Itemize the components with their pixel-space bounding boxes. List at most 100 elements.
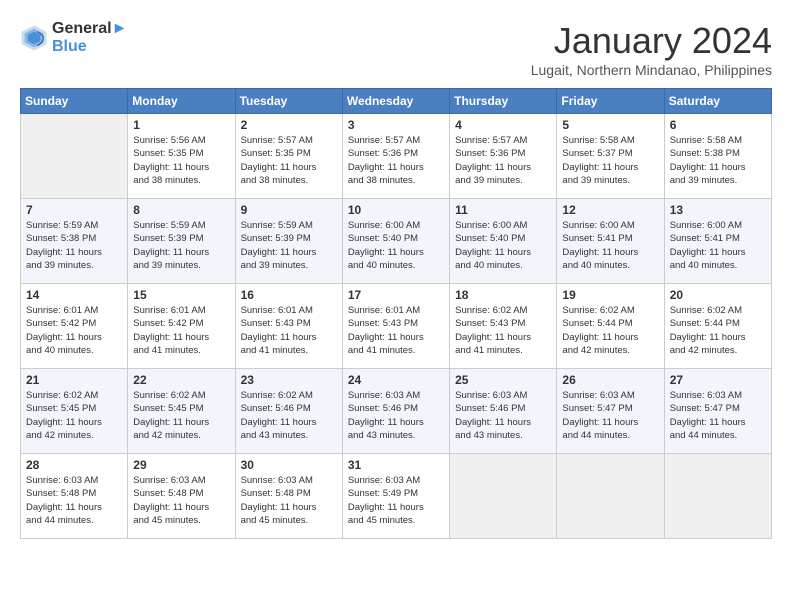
page-header: General► Blue January 2024 Lugait, North…	[20, 20, 772, 78]
month-title: January 2024	[531, 20, 772, 62]
day-number: 12	[562, 203, 658, 217]
day-info: Sunrise: 5:56 AMSunset: 5:35 PMDaylight:…	[133, 134, 229, 187]
day-info: Sunrise: 6:02 AMSunset: 5:43 PMDaylight:…	[455, 304, 551, 357]
day-info: Sunrise: 5:57 AMSunset: 5:35 PMDaylight:…	[241, 134, 337, 187]
calendar-cell: 12Sunrise: 6:00 AMSunset: 5:41 PMDayligh…	[557, 199, 664, 284]
day-info: Sunrise: 6:03 AMSunset: 5:47 PMDaylight:…	[670, 389, 766, 442]
day-info: Sunrise: 6:03 AMSunset: 5:46 PMDaylight:…	[348, 389, 444, 442]
day-info: Sunrise: 5:59 AMSunset: 5:39 PMDaylight:…	[133, 219, 229, 272]
calendar-cell	[664, 454, 771, 539]
day-number: 6	[670, 118, 766, 132]
calendar-cell: 6 Sunrise: 5:58 AMSunset: 5:38 PMDaylight…	[664, 114, 771, 199]
day-info: Sunrise: 6:03 AMSunset: 5:48 PMDaylight:…	[133, 474, 229, 527]
day-info: Sunrise: 5:59 AMSunset: 5:38 PMDaylight:…	[26, 219, 122, 272]
weekday-header-tuesday: Tuesday	[235, 89, 342, 114]
day-info: Sunrise: 6:02 AMSunset: 5:45 PMDaylight:…	[133, 389, 229, 442]
weekday-header-saturday: Saturday	[664, 89, 771, 114]
day-info: Sunrise: 5:57 AMSunset: 5:36 PMDaylight:…	[348, 134, 444, 187]
day-number: 15	[133, 288, 229, 302]
calendar-cell: 3 Sunrise: 5:57 AMSunset: 5:36 PMDaylight…	[342, 114, 449, 199]
calendar-cell	[450, 454, 557, 539]
calendar-cell: 25 Sunrise: 6:03 AMSunset: 5:46 PMDayligh…	[450, 369, 557, 454]
logo-icon	[20, 24, 48, 52]
day-number: 31	[348, 458, 444, 472]
day-info: Sunrise: 6:03 AMSunset: 5:47 PMDaylight:…	[562, 389, 658, 442]
calendar-cell: 1 Sunrise: 5:56 AMSunset: 5:35 PMDaylight…	[128, 114, 235, 199]
calendar-cell: 13 Sunrise: 6:00 AMSunset: 5:41 PMDayligh…	[664, 199, 771, 284]
calendar-cell: 4 Sunrise: 5:57 AMSunset: 5:36 PMDaylight…	[450, 114, 557, 199]
calendar-cell: 28 Sunrise: 6:03 AMSunset: 5:48 PMDayligh…	[21, 454, 128, 539]
calendar-cell	[21, 114, 128, 199]
logo-text: General► Blue	[52, 20, 127, 56]
day-number: 17	[348, 288, 444, 302]
calendar-cell: 8 Sunrise: 5:59 AMSunset: 5:39 PMDaylight…	[128, 199, 235, 284]
day-info: Sunrise: 6:01 AMSunset: 5:43 PMDaylight:…	[348, 304, 444, 357]
day-info: Sunrise: 5:59 AMSunset: 5:39 PMDaylight:…	[241, 219, 337, 272]
day-number: 13	[670, 203, 766, 217]
day-number: 30	[241, 458, 337, 472]
day-number: 21	[26, 373, 122, 387]
day-number: 4	[455, 118, 551, 132]
day-number: 11	[455, 203, 551, 217]
calendar-cell: 27 Sunrise: 6:03 AMSunset: 5:47 PMDayligh…	[664, 369, 771, 454]
calendar-cell	[557, 454, 664, 539]
day-info: Sunrise: 6:00 AMSunset: 5:41 PMDaylight:…	[670, 219, 766, 272]
day-number: 14	[26, 288, 122, 302]
weekday-header-monday: Monday	[128, 89, 235, 114]
calendar-cell: 22Sunrise: 6:02 AMSunset: 5:45 PMDayligh…	[128, 369, 235, 454]
day-number: 2	[241, 118, 337, 132]
day-info: Sunrise: 6:01 AMSunset: 5:42 PMDaylight:…	[133, 304, 229, 357]
weekday-header-wednesday: Wednesday	[342, 89, 449, 114]
day-number: 20	[670, 288, 766, 302]
weekday-header-sunday: Sunday	[21, 89, 128, 114]
calendar-cell: 2 Sunrise: 5:57 AMSunset: 5:35 PMDaylight…	[235, 114, 342, 199]
day-number: 24	[348, 373, 444, 387]
logo: General► Blue	[20, 20, 127, 56]
day-number: 5	[562, 118, 658, 132]
day-info: Sunrise: 6:02 AMSunset: 5:45 PMDaylight:…	[26, 389, 122, 442]
day-number: 27	[670, 373, 766, 387]
calendar-cell: 29 Sunrise: 6:03 AMSunset: 5:48 PMDayligh…	[128, 454, 235, 539]
day-number: 16	[241, 288, 337, 302]
day-number: 29	[133, 458, 229, 472]
day-info: Sunrise: 6:03 AMSunset: 5:49 PMDaylight:…	[348, 474, 444, 527]
day-number: 3	[348, 118, 444, 132]
day-info: Sunrise: 6:02 AMSunset: 5:46 PMDaylight:…	[241, 389, 337, 442]
calendar-cell: 16 Sunrise: 6:01 AMSunset: 5:43 PMDayligh…	[235, 284, 342, 369]
calendar-cell: 17 Sunrise: 6:01 AMSunset: 5:43 PMDayligh…	[342, 284, 449, 369]
day-number: 28	[26, 458, 122, 472]
weekday-header-friday: Friday	[557, 89, 664, 114]
calendar-cell: 26 Sunrise: 6:03 AMSunset: 5:47 PMDayligh…	[557, 369, 664, 454]
day-number: 19	[562, 288, 658, 302]
day-number: 18	[455, 288, 551, 302]
day-info: Sunrise: 5:58 AMSunset: 5:38 PMDaylight:…	[670, 134, 766, 187]
day-info: Sunrise: 5:57 AMSunset: 5:36 PMDaylight:…	[455, 134, 551, 187]
calendar-cell: 15 Sunrise: 6:01 AMSunset: 5:42 PMDayligh…	[128, 284, 235, 369]
calendar-cell: 21 Sunrise: 6:02 AMSunset: 5:45 PMDayligh…	[21, 369, 128, 454]
title-block: January 2024 Lugait, Northern Mindanao, …	[531, 20, 772, 78]
day-number: 23	[241, 373, 337, 387]
day-number: 10	[348, 203, 444, 217]
day-info: Sunrise: 6:02 AMSunset: 5:44 PMDaylight:…	[670, 304, 766, 357]
day-number: 26	[562, 373, 658, 387]
day-info: Sunrise: 6:01 AMSunset: 5:43 PMDaylight:…	[241, 304, 337, 357]
day-info: Sunrise: 6:03 AMSunset: 5:48 PMDaylight:…	[26, 474, 122, 527]
day-info: Sunrise: 6:01 AMSunset: 5:42 PMDaylight:…	[26, 304, 122, 357]
calendar-cell: 7Sunrise: 5:59 AMSunset: 5:38 PMDaylight…	[21, 199, 128, 284]
calendar-cell: 9 Sunrise: 5:59 AMSunset: 5:39 PMDaylight…	[235, 199, 342, 284]
day-number: 1	[133, 118, 229, 132]
calendar-cell: 23 Sunrise: 6:02 AMSunset: 5:46 PMDayligh…	[235, 369, 342, 454]
day-number: 9	[241, 203, 337, 217]
calendar-cell: 24 Sunrise: 6:03 AMSunset: 5:46 PMDayligh…	[342, 369, 449, 454]
calendar-cell: 19 Sunrise: 6:02 AMSunset: 5:44 PMDayligh…	[557, 284, 664, 369]
day-info: Sunrise: 6:03 AMSunset: 5:46 PMDaylight:…	[455, 389, 551, 442]
calendar-cell: 18 Sunrise: 6:02 AMSunset: 5:43 PMDayligh…	[450, 284, 557, 369]
calendar-table: SundayMondayTuesdayWednesdayThursdayFrid…	[20, 88, 772, 539]
day-info: Sunrise: 6:02 AMSunset: 5:44 PMDaylight:…	[562, 304, 658, 357]
location: Lugait, Northern Mindanao, Philippines	[531, 62, 772, 78]
day-info: Sunrise: 6:03 AMSunset: 5:48 PMDaylight:…	[241, 474, 337, 527]
day-info: Sunrise: 6:00 AMSunset: 5:40 PMDaylight:…	[348, 219, 444, 272]
day-number: 8	[133, 203, 229, 217]
day-number: 25	[455, 373, 551, 387]
calendar-cell: 14 Sunrise: 6:01 AMSunset: 5:42 PMDayligh…	[21, 284, 128, 369]
